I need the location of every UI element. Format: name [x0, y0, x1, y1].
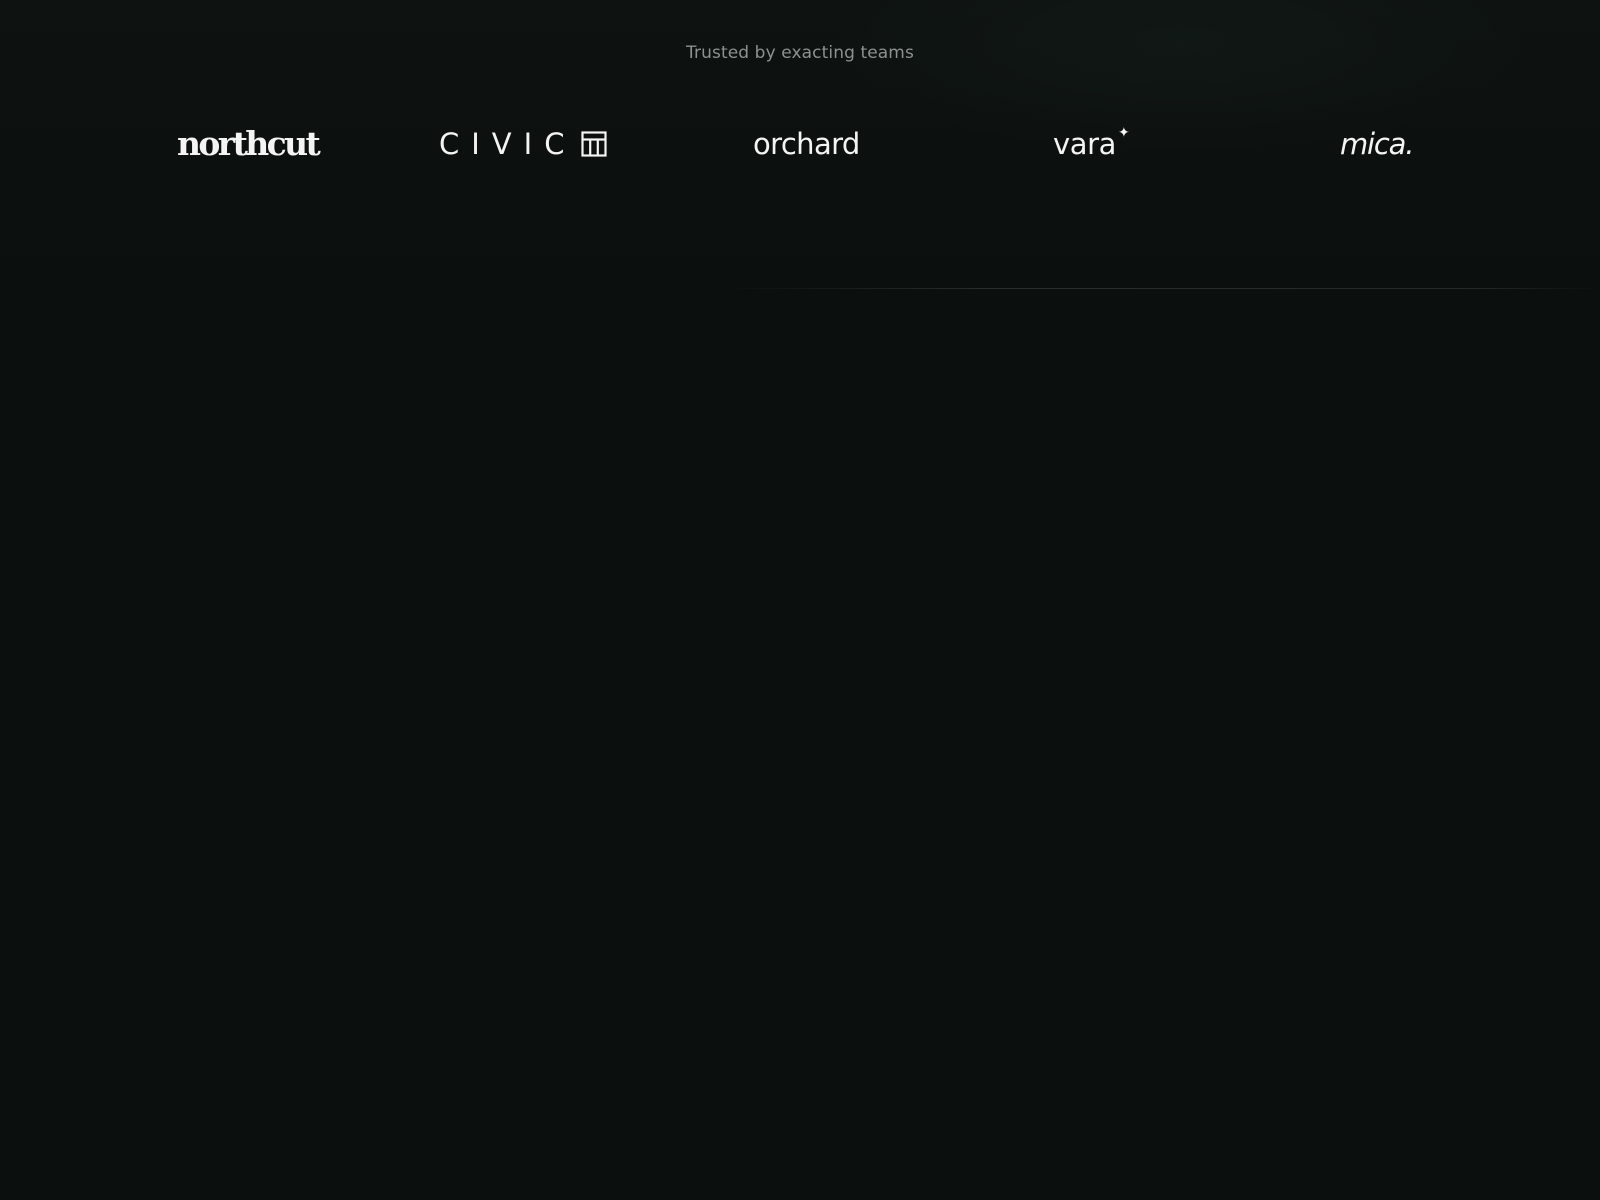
- sparkle-icon: ✦: [1118, 125, 1130, 141]
- logo-cloud-section: Trusted by exacting teams northcut CIVIC…: [0, 0, 1600, 1200]
- logo-northcut: northcut: [177, 124, 321, 163]
- logo-mica-wordmark: mica.: [1340, 127, 1414, 161]
- logo-civic-wordmark: CIVIC: [439, 127, 577, 161]
- logo-civic: CIVIC: [439, 127, 608, 161]
- building-columns-icon: [580, 130, 608, 158]
- logo-northcut-wordmark: northcut: [177, 124, 321, 163]
- section-divider: [720, 288, 1600, 289]
- logo-vara-wordmark: vara: [1053, 127, 1117, 161]
- logo-orchard: orchard: [753, 127, 860, 161]
- logo-mica: mica.: [1340, 127, 1414, 161]
- logo-orchard-wordmark: orchard: [753, 127, 860, 161]
- logo-vara: vara ✦: [1053, 125, 1130, 161]
- section-eyebrow: Trusted by exacting teams: [686, 43, 914, 63]
